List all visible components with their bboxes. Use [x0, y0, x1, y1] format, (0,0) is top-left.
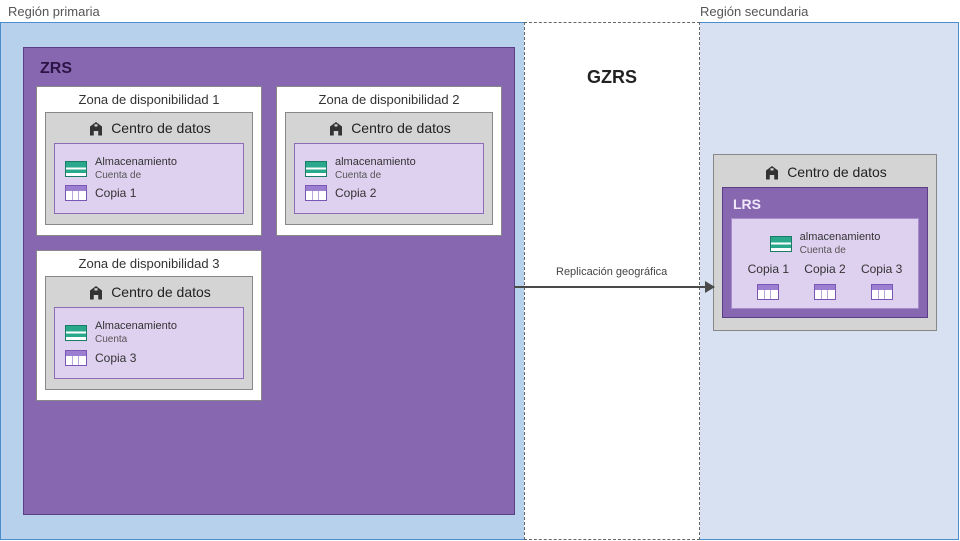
lrs-inner: almacenamiento Cuenta de Copia 1 Copia 2…	[731, 218, 919, 309]
zrs-container: ZRS Zona de disponibilidad 1 Centro de d…	[23, 47, 515, 515]
zone-title: Zona de disponibilidad 2	[277, 87, 501, 112]
gzrs-container: GZRS	[524, 22, 700, 540]
storage-account-icon	[305, 161, 327, 177]
availability-zone: Zona de disponibilidad 3 Centro de datos…	[36, 250, 262, 400]
datacenter-label: Centro de datos	[351, 120, 451, 136]
lrs-container: LRS almacenamiento Cuenta de Copia 1 Cop…	[722, 187, 928, 318]
storage-account-box: Almacenamiento Cuenta de Copia 1	[54, 143, 244, 214]
copy-label: Copia 2	[335, 186, 376, 200]
storage-account-label: almacenamiento Cuenta de	[800, 231, 881, 256]
secondary-datacenter: Centro de datos LRS almacenamiento Cuent…	[713, 154, 937, 331]
storage-account-box: almacenamiento Cuenta de Copia 2	[294, 143, 484, 214]
datacenter: Centro de datos Almacenamiento Cuenta de	[45, 112, 253, 225]
zrs-title: ZRS	[40, 60, 502, 78]
gzrs-title: GZRS	[587, 67, 637, 88]
storage-account-label: almacenamiento Cuenta de	[335, 156, 416, 181]
copy-label: Copia 3	[861, 262, 902, 276]
lrs-copies-icons	[740, 284, 910, 300]
secondary-region-label: Región secundaria	[700, 4, 808, 19]
datacenter-label: Centro de datos	[111, 284, 211, 300]
storage-account-box: Almacenamiento Cuenta Copia 3	[54, 307, 244, 378]
geo-replication-arrow	[514, 286, 714, 288]
copy-label: Copia 2	[804, 262, 845, 276]
data-copy-icon	[65, 185, 87, 201]
data-copy-icon	[814, 284, 836, 300]
storage-account-icon	[65, 325, 87, 341]
datacenter-icon	[87, 283, 105, 301]
datacenter-label: Centro de datos	[111, 120, 211, 136]
diagram-canvas: Región primaria Región secundaria ZRS Zo…	[0, 0, 960, 541]
data-copy-icon	[305, 185, 327, 201]
availability-zone: Zona de disponibilidad 2 Centro de datos…	[276, 86, 502, 236]
zone-title: Zona de disponibilidad 1	[37, 87, 261, 112]
primary-region-label: Región primaria	[8, 4, 100, 19]
zone-grid: Zona de disponibilidad 1 Centro de datos…	[36, 86, 502, 401]
data-copy-icon	[757, 284, 779, 300]
copy-label: Copia 3	[95, 351, 136, 365]
storage-account-icon	[770, 236, 792, 252]
datacenter-label: Centro de datos	[787, 164, 887, 180]
datacenter-icon	[87, 119, 105, 137]
storage-account-icon	[65, 161, 87, 177]
zone-title: Zona de disponibilidad 3	[37, 251, 261, 276]
datacenter: Centro de datos almacenamiento Cuenta de	[285, 112, 493, 225]
lrs-copies-labels: Copia 1 Copia 2 Copia 3	[740, 262, 910, 276]
availability-zone: Zona de disponibilidad 1 Centro de datos…	[36, 86, 262, 236]
storage-account-label: Almacenamiento Cuenta	[95, 320, 177, 345]
datacenter: Centro de datos Almacenamiento Cuenta	[45, 276, 253, 389]
datacenter-icon	[327, 119, 345, 137]
copy-label: Copia 1	[95, 186, 136, 200]
data-copy-icon	[871, 284, 893, 300]
copy-label: Copia 1	[748, 262, 789, 276]
lrs-title: LRS	[733, 196, 919, 212]
geo-replication-label: Replicación geográfica	[556, 266, 667, 278]
datacenter-icon	[763, 163, 781, 181]
data-copy-icon	[65, 350, 87, 366]
storage-account-label: Almacenamiento Cuenta de	[95, 156, 177, 181]
